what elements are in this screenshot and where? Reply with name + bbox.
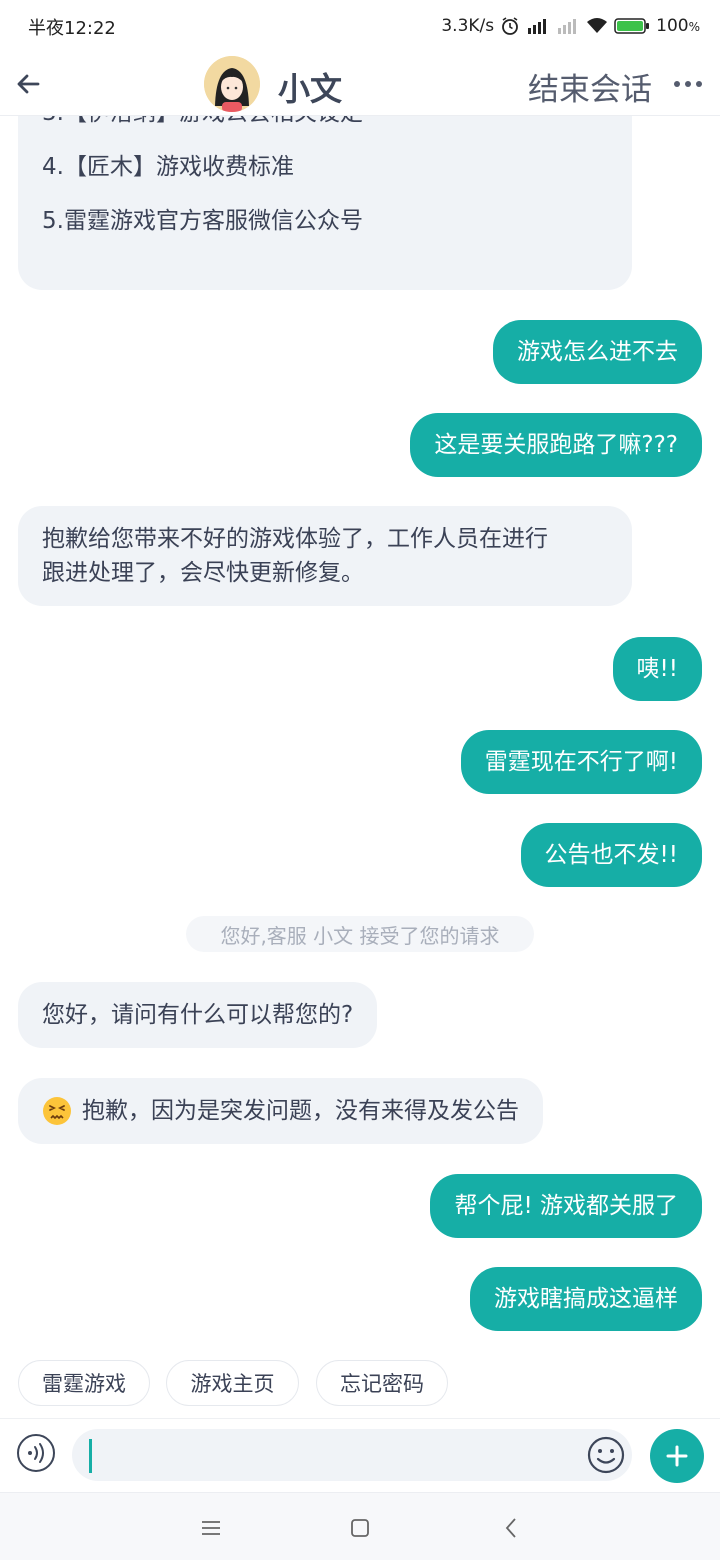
- home-square-icon: [351, 1519, 369, 1537]
- user-message: 咦!!: [612, 637, 702, 701]
- quick-reply-chip[interactable]: 游戏主页: [166, 1360, 299, 1406]
- agent-message: 您好，请问有什么可以帮您的?: [18, 982, 378, 1048]
- menu-item[interactable]: 4.【匠木】游戏收费标准: [42, 140, 608, 194]
- chevron-left-icon: [505, 1518, 516, 1538]
- avatar[interactable]: [204, 56, 260, 112]
- voice-input-button[interactable]: [16, 1433, 56, 1473]
- add-attachment-button[interactable]: [650, 1429, 704, 1483]
- agent-message: 抱歉给您带来不好的游戏体验了，工作人员在进行 跟进处理了，会尽快更新修复。: [18, 506, 632, 606]
- agent-menu-card: 3.【伊洛纳】游戏公会相关设定 4.【匠木】游戏收费标准 5.雷霆游戏官方客服微…: [18, 116, 632, 290]
- persevering-face-icon: [42, 1096, 72, 1126]
- system-nav-bar: [0, 1492, 720, 1560]
- back-nav-button[interactable]: [496, 1513, 526, 1543]
- battery-icon: [614, 17, 650, 35]
- user-message: 公告也不发!!: [520, 823, 702, 887]
- more-options-button[interactable]: [668, 66, 708, 102]
- more-dot: [696, 81, 702, 87]
- emoji-button[interactable]: [586, 1435, 626, 1475]
- quick-reply-bar: 雷霆游戏 游戏主页 忘记密码: [0, 1360, 720, 1406]
- more-dots-icon: [674, 81, 680, 87]
- chat-header: 小文 结束会话: [0, 52, 720, 116]
- home-nav-button[interactable]: [345, 1513, 375, 1543]
- quick-reply-chip[interactable]: 忘记密码: [316, 1360, 448, 1406]
- menu-item[interactable]: 5.雷霆游戏官方客服微信公众号: [42, 194, 608, 248]
- network-speed: 3.3K/s: [441, 16, 495, 36]
- menu-nav-button[interactable]: [196, 1513, 226, 1543]
- chat-message-list[interactable]: 3.【伊洛纳】游戏公会相关设定 4.【匠木】游戏收费标准 5.雷霆游戏官方客服微…: [0, 116, 720, 1348]
- wifi-icon: [586, 17, 608, 35]
- alarm-icon: [500, 16, 520, 36]
- agent-message-line: 抱歉给您带来不好的游戏体验了，工作人员在进行: [42, 526, 548, 552]
- user-message: 帮个屁! 游戏都关服了: [430, 1174, 702, 1238]
- status-indicators: 3.3K/s 100%: [441, 14, 700, 38]
- agent-message-line: 跟进处理了，会尽快更新修复。: [42, 560, 364, 586]
- user-message: 这是要关服跑路了嘛???: [410, 413, 702, 477]
- message-input[interactable]: [72, 1429, 632, 1481]
- more-dot: [685, 81, 691, 87]
- user-message: 游戏怎么进不去: [493, 320, 702, 384]
- user-message: 游戏瞎搞成这逼样: [470, 1267, 702, 1331]
- end-session-button[interactable]: 结束会话: [528, 64, 652, 109]
- battery-level: 100%: [656, 16, 700, 36]
- battery-unit: %: [688, 20, 700, 34]
- signal-weak-icon: [556, 17, 580, 35]
- user-message: 雷霆现在不行了啊!: [460, 730, 702, 794]
- signal-icon: [526, 17, 550, 35]
- status-bar: 半夜12:22 3.3K/s 100%: [0, 0, 720, 52]
- plus-icon: [666, 1445, 688, 1467]
- agent-message-text: 抱歉，因为是突发问题，没有来得及发公告: [82, 1098, 519, 1124]
- voice-icon: [17, 1434, 55, 1472]
- message-input-bar: [0, 1418, 720, 1492]
- status-time: 半夜12:22: [28, 18, 116, 39]
- system-notice: 您好,客服 小文 接受了您的请求: [186, 916, 534, 952]
- back-arrow-icon: [17, 74, 40, 94]
- agent-name: 小文: [278, 70, 343, 108]
- battery-value: 100: [656, 16, 689, 36]
- agent-message: 抱歉，因为是突发问题，没有来得及发公告: [18, 1078, 543, 1144]
- menu-item[interactable]: 3.【伊洛纳】游戏公会相关设定: [42, 116, 608, 140]
- smiley-icon: [587, 1436, 625, 1474]
- back-button[interactable]: [8, 64, 48, 104]
- menu-icon: [202, 1521, 220, 1535]
- quick-reply-chip[interactable]: 雷霆游戏: [18, 1360, 150, 1406]
- text-caret: [89, 1439, 92, 1473]
